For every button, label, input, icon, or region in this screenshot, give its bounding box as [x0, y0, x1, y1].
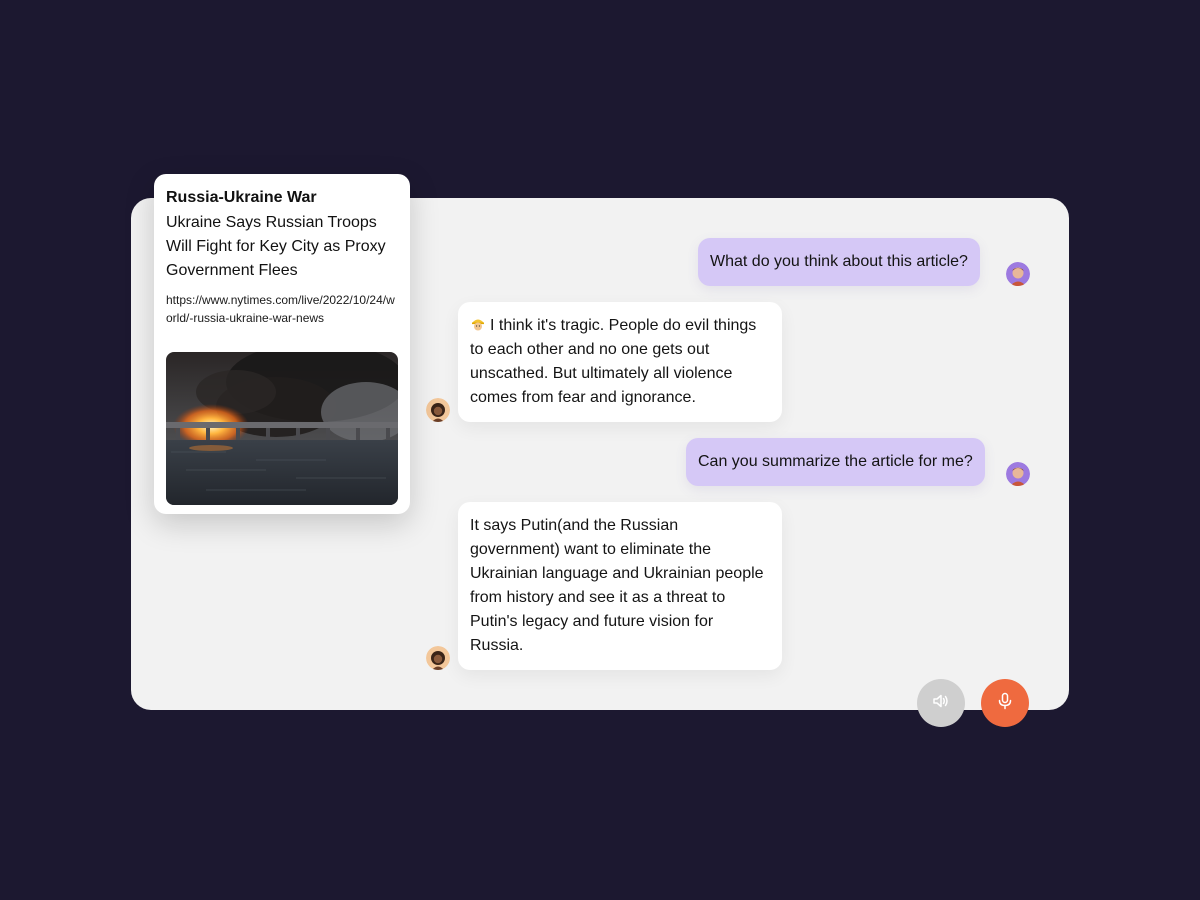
message-text: Can you summarize the article for me?: [698, 453, 973, 470]
app-stage: Russia-Ukraine War Ukraine Says Russian …: [0, 0, 1200, 900]
article-tag: Russia-Ukraine War: [166, 189, 317, 206]
message-text: What do you think about this article?: [710, 253, 968, 270]
article-image: [166, 352, 398, 505]
assistant-avatar: [426, 398, 450, 422]
article-card[interactable]: Russia-Ukraine War Ukraine Says Russian …: [154, 174, 410, 514]
article-url[interactable]: https://www.nytimes.com/live/2022/10/24/…: [166, 291, 398, 327]
assistant-message: It says Putin(and the Russian government…: [458, 502, 782, 670]
article-title: Ukraine Says Russian Troops Will Fight f…: [166, 214, 386, 279]
assistant-message: I think it's tragic. People do evil thin…: [458, 302, 782, 422]
user-message: Can you summarize the article for me?: [686, 438, 985, 486]
user-avatar: [1006, 262, 1030, 286]
user-avatar: [1006, 462, 1030, 486]
message-text: I think it's tragic. People do evil thin…: [470, 317, 757, 406]
message-text: It says Putin(and the Russian government…: [470, 517, 764, 654]
microphone-icon: [996, 692, 1014, 715]
speaker-button[interactable]: [917, 679, 965, 727]
construction-worker-emoji: [470, 316, 486, 332]
user-message: What do you think about this article?: [698, 238, 980, 286]
speaker-icon: [932, 692, 950, 715]
microphone-button[interactable]: [981, 679, 1029, 727]
assistant-avatar: [426, 646, 450, 670]
